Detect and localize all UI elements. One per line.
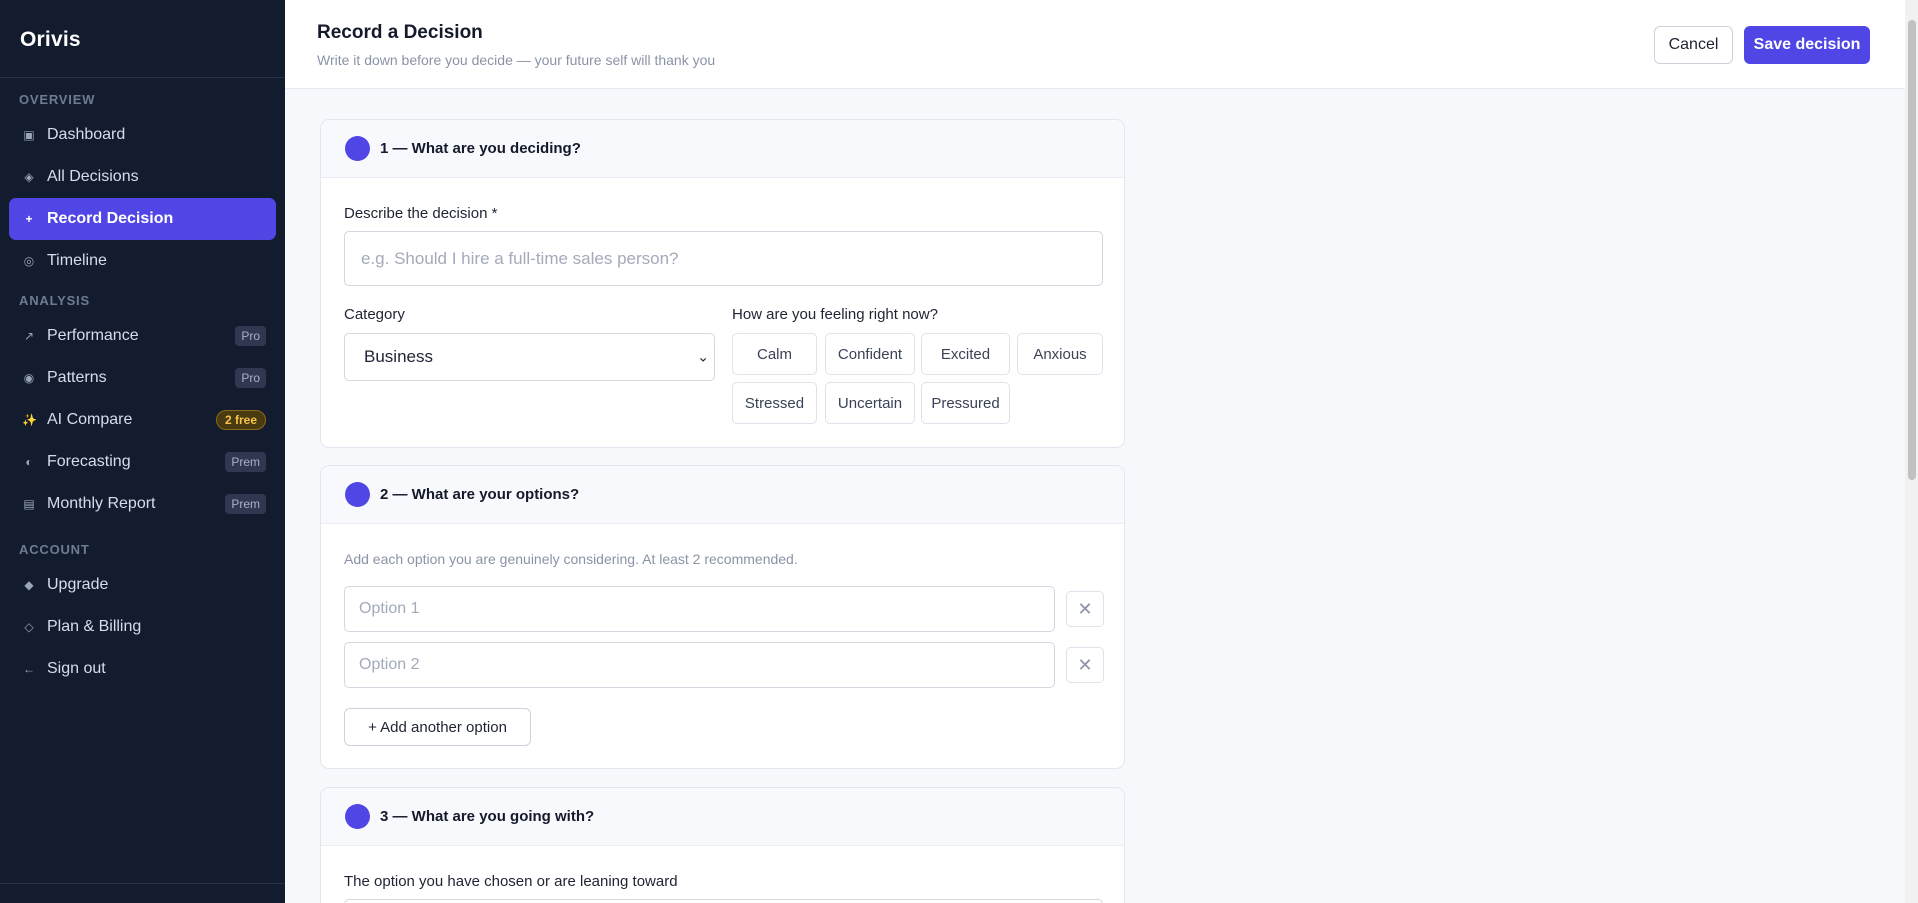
target-icon: ◎ xyxy=(23,254,35,268)
sidebar-item-performance[interactable]: ↗ Performance Pro xyxy=(9,315,276,357)
sidebar-item-forecasting[interactable]: ◐ Forecasting Prem xyxy=(9,441,276,483)
sidebar-item-label: Upgrade xyxy=(47,576,109,593)
close-icon: ✕ xyxy=(1077,654,1093,675)
sidebar-item-label: AI Compare xyxy=(47,411,133,428)
sparkles-icon: ✨ xyxy=(22,413,37,427)
sidebar-item-label: Performance xyxy=(47,327,139,344)
sidebar-item-ai-compare[interactable]: ✨ AI Compare 2 free xyxy=(9,399,276,441)
sidebar-footer xyxy=(0,883,285,903)
sidebar-item-label: Sign out xyxy=(47,660,106,677)
remove-option-1-button[interactable]: ✕ xyxy=(1066,591,1104,627)
sidebar-item-monthly-report[interactable]: ▤ Monthly Report Prem xyxy=(9,483,276,525)
section-label-overview: OVERVIEW xyxy=(19,92,96,107)
nav-analysis: ↗ Performance Pro ◉ Patterns Pro ✨ AI Co… xyxy=(0,315,285,525)
describe-label: Describe the decision * xyxy=(344,205,498,222)
pro-badge: Pro xyxy=(235,326,266,346)
close-icon: ✕ xyxy=(1077,598,1093,619)
diamond-icon: ◈ xyxy=(24,170,34,184)
sidebar-item-dashboard[interactable]: ▣ Dashboard xyxy=(9,114,276,156)
feeling-chip-calm[interactable]: Calm xyxy=(732,333,817,375)
sidebar-item-label: Plan & Billing xyxy=(47,618,142,635)
sidebar-item-timeline[interactable]: ◎ Timeline xyxy=(9,240,276,282)
report-icon: ▤ xyxy=(23,497,35,511)
free-uses-badge: 2 free xyxy=(215,410,266,430)
feeling-label: How are you feeling right now? xyxy=(732,306,938,323)
plus-icon: + xyxy=(25,212,33,226)
step3-card: 3 — What are you going with? The option … xyxy=(320,787,1125,903)
remove-option-2-button[interactable]: ✕ xyxy=(1066,647,1104,683)
options-hint: Add each option you are genuinely consid… xyxy=(344,551,798,567)
category-label: Category xyxy=(344,306,405,323)
nav-overview: ▣ Dashboard ◈ All Decisions + Record Dec… xyxy=(0,114,285,282)
sidebar-item-label: Monthly Report xyxy=(47,495,156,512)
step1-title: 1 — What are you deciding? xyxy=(380,140,581,157)
feeling-chip-stressed[interactable]: Stressed xyxy=(732,382,817,424)
feeling-chip-confident[interactable]: Confident xyxy=(825,333,915,375)
step-indicator-dot xyxy=(345,136,370,161)
cancel-button[interactable]: Cancel xyxy=(1654,26,1733,64)
step-indicator-dot xyxy=(345,482,370,507)
category-value: Business xyxy=(364,347,433,366)
feeling-chip-excited[interactable]: Excited xyxy=(921,333,1010,375)
sidebar-item-patterns[interactable]: ◉ Patterns Pro xyxy=(9,357,276,399)
chosen-option-input[interactable] xyxy=(344,899,1103,903)
page-scrollbar[interactable] xyxy=(1905,0,1918,903)
step-indicator-dot xyxy=(345,804,370,829)
step2-title: 2 — What are your options? xyxy=(380,486,580,503)
feeling-chip-pressured[interactable]: Pressured xyxy=(921,382,1010,424)
sidebar-item-label: All Decisions xyxy=(47,168,139,185)
step1-header: 1 — What are you deciding? xyxy=(321,120,1124,178)
sidebar-item-plan-billing[interactable]: ◇ Plan & Billing xyxy=(9,606,276,648)
feeling-chip-uncertain[interactable]: Uncertain xyxy=(825,382,915,424)
sidebar-item-record-decision[interactable]: + Record Decision xyxy=(9,198,276,240)
chosen-option-label: The option you have chosen or are leanin… xyxy=(344,873,678,890)
step3-header: 3 — What are you going with? xyxy=(321,788,1124,846)
section-label-account: ACCOUNT xyxy=(19,542,90,557)
step2-card: 2 — What are your options? Add each opti… xyxy=(320,465,1125,769)
section-label-analysis: ANALYSIS xyxy=(19,293,90,308)
prem-badge: Prem xyxy=(225,452,266,472)
sidebar-item-label: Record Decision xyxy=(47,210,174,227)
nav-account: ◆ Upgrade ◇ Plan & Billing ← Sign out xyxy=(0,564,285,690)
category-select[interactable]: Business ⌄ xyxy=(344,333,715,381)
grid-icon: ▣ xyxy=(23,128,35,142)
prem-badge: Prem xyxy=(225,494,266,514)
sidebar-item-label: Timeline xyxy=(47,252,107,269)
sidebar-item-all-decisions[interactable]: ◈ All Decisions xyxy=(9,156,276,198)
step2-header: 2 — What are your options? xyxy=(321,466,1124,524)
brand-logo[interactable]: Orivis xyxy=(0,0,285,78)
sidebar: Orivis OVERVIEW ▣ Dashboard ◈ All Decisi… xyxy=(0,0,285,903)
step3-title: 3 — What are you going with? xyxy=(380,808,595,825)
sidebar-item-label: Patterns xyxy=(47,369,107,386)
arrow-left-icon: ← xyxy=(23,662,35,676)
diamond-filled-icon: ◆ xyxy=(24,578,34,592)
step1-card: 1 — What are you deciding? Describe the … xyxy=(320,119,1125,448)
trend-icon: ↗ xyxy=(23,329,35,343)
page-title: Record a Decision xyxy=(317,22,483,43)
pro-badge: Pro xyxy=(235,368,266,388)
sidebar-item-sign-out[interactable]: ← Sign out xyxy=(9,648,276,690)
option-input-1[interactable] xyxy=(344,586,1055,632)
page-subtitle: Write it down before you decide — your f… xyxy=(317,52,716,68)
page-header: Record a Decision Write it down before y… xyxy=(285,0,1905,89)
option-input-2[interactable] xyxy=(344,642,1055,688)
save-decision-button[interactable]: Save decision xyxy=(1744,26,1870,64)
sidebar-item-label: Forecasting xyxy=(47,453,131,470)
diamond-outline-icon: ◇ xyxy=(24,620,34,634)
add-option-button[interactable]: + Add another option xyxy=(344,708,531,746)
chevron-down-icon: ⌄ xyxy=(697,348,709,365)
feeling-chip-anxious[interactable]: Anxious xyxy=(1017,333,1103,375)
half-circle-icon: ◐ xyxy=(25,455,33,469)
radio-icon: ◉ xyxy=(23,371,35,385)
scrollbar-thumb[interactable] xyxy=(1908,20,1916,480)
describe-decision-input[interactable] xyxy=(344,231,1103,286)
sidebar-item-label: Dashboard xyxy=(47,126,126,143)
sidebar-item-upgrade[interactable]: ◆ Upgrade xyxy=(9,564,276,606)
